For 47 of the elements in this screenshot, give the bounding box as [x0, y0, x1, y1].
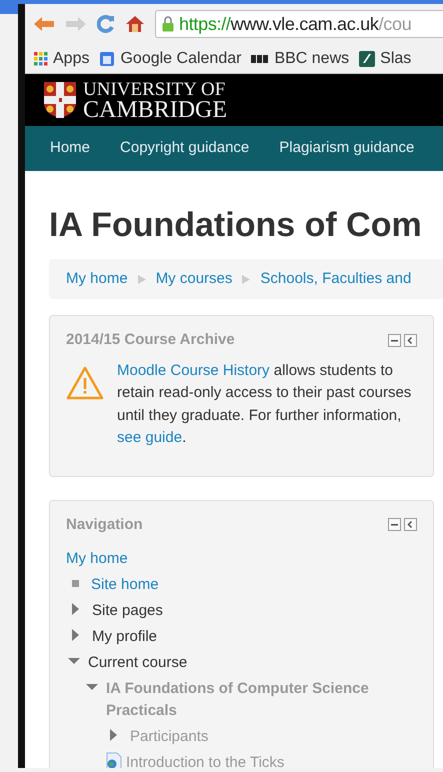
separator-triangle-icon	[242, 274, 250, 284]
bookmark[interactable]: Google Calendar	[99, 46, 242, 70]
block-title: 2014/15 Course Archive	[66, 330, 235, 350]
address-bar[interactable]: https://www.vle.cam.ac.uk/cou	[155, 10, 443, 38]
dock-icon[interactable]	[404, 334, 417, 347]
slash-logo-icon	[359, 50, 376, 66]
tree-link[interactable]: Site home	[91, 574, 159, 596]
tree-item[interactable]: Current course	[88, 652, 188, 674]
menu-link[interactable]: Home	[35, 137, 106, 160]
dock-icon[interactable]	[404, 518, 417, 532]
collapsed-triangle-icon[interactable]	[110, 729, 118, 741]
padlock-icon	[162, 16, 174, 32]
back-arrow-icon[interactable]	[33, 16, 55, 32]
bullet-icon	[72, 580, 79, 587]
separator-triangle-icon	[138, 274, 146, 284]
breadcrumb-link[interactable]: My home	[66, 268, 128, 290]
bbc-blocks-icon	[251, 54, 270, 62]
home-icon[interactable]	[125, 15, 145, 33]
breadcrumb-link[interactable]: Schools, Faculties and	[260, 268, 412, 290]
block-title: Navigation	[66, 514, 143, 534]
bookmark[interactable]: Apps	[34, 46, 90, 70]
collapsed-triangle-icon[interactable]	[72, 629, 80, 641]
archive-message: Moodle Course History allows students to retain read-only access to their past courses until they graduate. For further information, see guide.	[117, 360, 412, 448]
tree-link[interactable]: My home	[66, 550, 128, 567]
menu-link[interactable]: Plagiarism guidance	[264, 137, 430, 160]
page-title: IA Foundations of Com	[49, 205, 423, 245]
apps-grid-icon	[34, 52, 48, 66]
breadcrumb-link[interactable]: My courses	[156, 268, 232, 290]
reload-icon[interactable]	[97, 15, 115, 33]
logo-text: CAMBRIDGE	[83, 100, 228, 121]
expanded-triangle-icon[interactable]	[68, 658, 80, 666]
collapse-icon[interactable]	[388, 334, 401, 347]
url-text: https://www.vle.cam.ac.uk/cou	[179, 12, 412, 36]
crest-icon	[43, 81, 77, 119]
collapsed-triangle-icon[interactable]	[72, 603, 80, 615]
bookmark[interactable]: BBC news	[251, 46, 350, 70]
warning-icon	[66, 366, 104, 400]
tree-item[interactable]: My profile	[92, 626, 158, 648]
text-link[interactable]: see guide	[117, 429, 182, 446]
menu-link[interactable]: Copyright guidance	[105, 137, 264, 160]
bookmark[interactable]: Slas	[359, 46, 412, 70]
expanded-triangle-icon[interactable]	[86, 684, 98, 692]
logo-text: UNIVERSITY OF	[83, 79, 226, 100]
collapse-icon[interactable]	[388, 518, 401, 532]
text-link[interactable]: Moodle Course History	[117, 362, 270, 378]
calendar-icon	[99, 50, 116, 66]
tree-item[interactable]: Site pages	[92, 600, 163, 622]
